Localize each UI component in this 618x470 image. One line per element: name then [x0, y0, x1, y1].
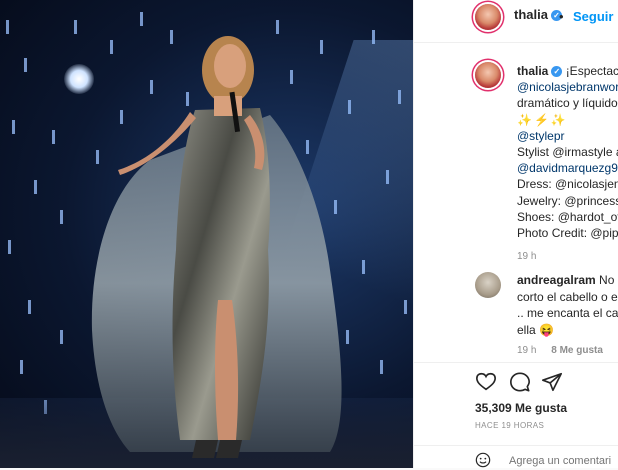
caption-mention[interactable]: @stylepr [517, 128, 618, 144]
likes-count[interactable]: 35,309 Me gusta [475, 401, 567, 415]
post-time[interactable]: HACE 19 HORAS [475, 421, 544, 430]
author-avatar[interactable] [475, 4, 501, 30]
caption-mention[interactable]: @nicolasjebranworl [517, 79, 618, 95]
caption-line: Photo Credit: @pipe [517, 225, 618, 241]
caption-line: Jewelry: @princessr [517, 193, 618, 209]
comment-icon[interactable] [509, 371, 531, 393]
comment: andreagalram No e corto el cabello o e .… [517, 272, 618, 338]
author-username-text[interactable]: thalia [514, 7, 548, 22]
add-comment-input[interactable] [509, 455, 618, 467]
comment-meta: 19 h 8 Me gusta Re [517, 345, 618, 356]
caption-line: ¡Espectacu [566, 64, 618, 78]
caption-time[interactable]: 19 h [517, 249, 618, 265]
comment-box [413, 445, 618, 470]
post-photo[interactable] [0, 0, 413, 468]
comment-likes[interactable]: 8 Me gusta [551, 345, 603, 356]
sparkles-emoji: ✨⚡✨ [517, 112, 618, 128]
caption-avatar[interactable] [475, 62, 501, 88]
comment-line: No e [599, 273, 618, 287]
caption-mention[interactable]: @davidmarquezg92 [517, 160, 618, 176]
author-username[interactable]: thalia✓ [514, 7, 562, 22]
caption-line: dramático y líquido [517, 95, 618, 111]
paper-plane-icon[interactable] [541, 371, 563, 393]
post-actions: 35,309 Me gusta HACE 19 HORAS [413, 362, 618, 469]
caption: thalia✓ ¡Espectacu @nicolasjebranworl dr… [517, 63, 618, 265]
comment-line: .. me encanta el cab [517, 305, 618, 322]
comment-line: ella 😝 [517, 322, 618, 339]
commenter-avatar[interactable] [475, 272, 501, 298]
caption-line: Dress: @nicolasjenr [517, 176, 618, 192]
comment-line: corto el cabello o e [517, 289, 618, 306]
separator-dot: • [559, 9, 564, 24]
commenter-username[interactable]: andreagalram [517, 273, 596, 287]
verified-badge-icon: ✓ [551, 66, 562, 77]
caption-line: Stylist @irmastyle a [517, 144, 618, 160]
follow-button[interactable]: Seguir [573, 9, 613, 24]
smile-icon[interactable] [475, 452, 491, 468]
heart-icon[interactable] [475, 371, 497, 393]
caption-username[interactable]: thalia [517, 64, 548, 78]
caption-line: Shoes: @hardot_off [517, 209, 618, 225]
singer-figure [0, 0, 413, 468]
comment-time[interactable]: 19 h [517, 345, 536, 356]
